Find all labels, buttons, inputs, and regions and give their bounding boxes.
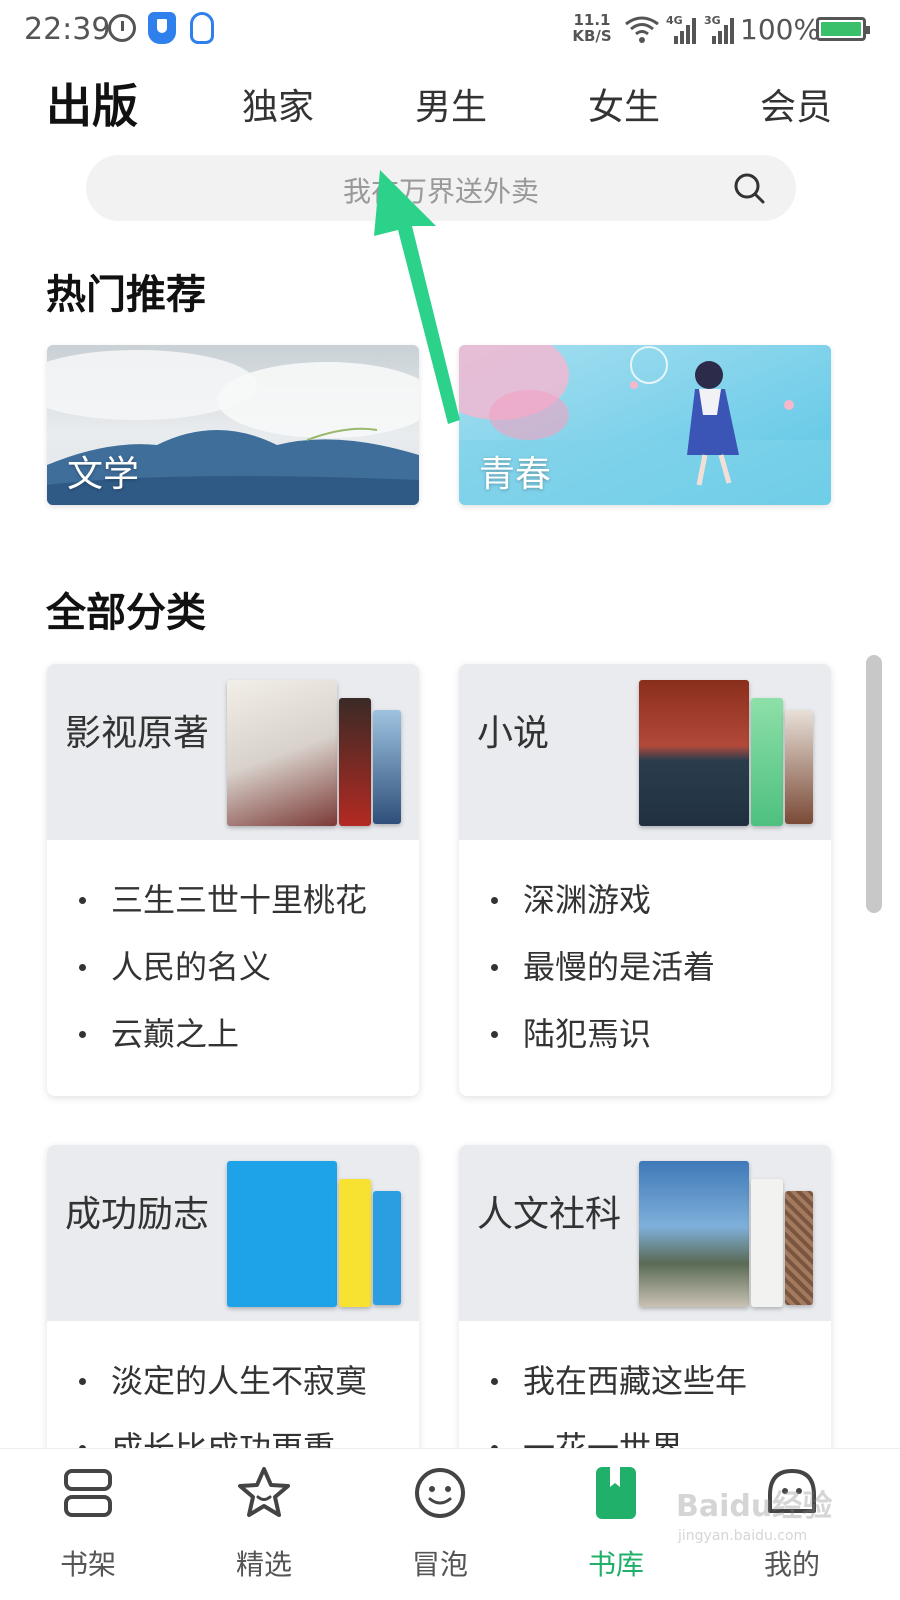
book-cover bbox=[785, 710, 813, 824]
book-link[interactable]: 云巅之上 bbox=[77, 1014, 367, 1081]
category-card-film-originals[interactable]: 影视原著 三生三世十里桃花 人民的名义 云巅之上 bbox=[47, 664, 419, 1096]
category-card-header: 成功励志 bbox=[47, 1145, 419, 1321]
bottom-nav-library[interactable]: 书库 bbox=[556, 1463, 676, 1593]
star-icon bbox=[238, 1467, 290, 1517]
hot-card-label: 青春 bbox=[479, 454, 552, 495]
book-cover bbox=[639, 1161, 749, 1307]
signal-3g-icon: 3G bbox=[704, 14, 734, 44]
status-time: 22:39 bbox=[24, 12, 111, 47]
status-bar: 22:39 11.1 KB/S 4G 3G 100% bbox=[0, 0, 900, 62]
book-cover bbox=[339, 1179, 371, 1307]
bottom-nav-label: 冒泡 bbox=[411, 1548, 468, 1581]
category-title: 影视原著 bbox=[65, 713, 210, 754]
search-icon[interactable] bbox=[732, 171, 766, 205]
book-link[interactable]: 人民的名义 bbox=[77, 947, 367, 1014]
category-card-header: 影视原著 bbox=[47, 664, 419, 840]
book-link[interactable]: 最慢的是活着 bbox=[489, 947, 715, 1014]
tab-exclusive[interactable]: 独家 bbox=[242, 78, 314, 130]
signal-4g-icon: 4G bbox=[666, 14, 696, 44]
baidu-watermark: Baidu经验 jingyan.baidu.com bbox=[676, 1489, 832, 1544]
book-icon bbox=[596, 1467, 636, 1519]
book-cover bbox=[227, 1161, 337, 1307]
category-card-novels[interactable]: 小说 深渊游戏 最慢的是活着 陆犯焉识 bbox=[459, 664, 831, 1096]
book-cover bbox=[373, 1191, 401, 1305]
book-cover bbox=[373, 710, 401, 824]
bottom-nav-bookshelf[interactable]: 书架 bbox=[28, 1463, 148, 1593]
tab-female[interactable]: 女生 bbox=[588, 78, 660, 130]
book-cover bbox=[339, 698, 371, 826]
book-covers bbox=[639, 680, 819, 830]
app-screen: 22:39 11.1 KB/S 4G 3G 100% 出版 独家 男生 女生 会… bbox=[0, 0, 900, 1600]
smile-icon bbox=[415, 1468, 465, 1518]
search-bar[interactable]: 我在万界送外卖 bbox=[86, 155, 796, 221]
bottom-nav-featured[interactable]: 精选 bbox=[204, 1463, 324, 1593]
signal-4g-label: 4G bbox=[666, 14, 683, 27]
category-title: 人文社科 bbox=[477, 1194, 622, 1235]
book-cover bbox=[751, 1179, 783, 1307]
book-covers bbox=[639, 1161, 819, 1311]
bookshelf-icon bbox=[64, 1469, 112, 1517]
battery-fill bbox=[821, 22, 861, 36]
book-covers bbox=[227, 1161, 407, 1311]
book-cover bbox=[751, 698, 783, 826]
category-title: 小说 bbox=[477, 713, 550, 754]
tab-publishing[interactable]: 出版 bbox=[46, 70, 138, 136]
wifi-icon bbox=[625, 16, 659, 43]
book-cover bbox=[785, 1191, 813, 1305]
network-speed: 11.1 KB/S bbox=[570, 12, 614, 44]
category-title: 成功励志 bbox=[65, 1194, 210, 1235]
network-speed-unit: KB/S bbox=[572, 27, 612, 45]
bottom-nav-label: 书架 bbox=[59, 1548, 116, 1581]
book-link[interactable]: 深渊游戏 bbox=[489, 880, 715, 947]
book-link[interactable]: 三生三世十里桃花 bbox=[77, 880, 367, 947]
shield-icon bbox=[148, 12, 176, 44]
category-book-list: 深渊游戏 最慢的是活着 陆犯焉识 bbox=[489, 880, 715, 1081]
top-nav: 出版 独家 男生 女生 会员 bbox=[0, 62, 900, 142]
bottom-nav-label: 书库 bbox=[587, 1548, 644, 1581]
bottom-nav-label: 精选 bbox=[235, 1548, 292, 1581]
scroll-indicator[interactable] bbox=[866, 655, 882, 913]
tab-member[interactable]: 会员 bbox=[760, 78, 832, 130]
battery-icon bbox=[816, 17, 870, 41]
category-book-list: 三生三世十里桃花 人民的名义 云巅之上 bbox=[77, 880, 367, 1081]
qq-penguin-icon bbox=[190, 12, 214, 44]
book-link[interactable]: 陆犯焉识 bbox=[489, 1014, 715, 1081]
bottom-nav-bubble[interactable]: 冒泡 bbox=[380, 1463, 500, 1593]
alarm-icon bbox=[108, 14, 136, 42]
battery-percent: 100% bbox=[740, 13, 821, 46]
tab-male[interactable]: 男生 bbox=[415, 78, 487, 130]
book-link[interactable]: 我在西藏这些年 bbox=[489, 1361, 747, 1428]
watermark-brand: Baidu经验 bbox=[676, 1489, 832, 1524]
network-speed-value: 11.1 bbox=[573, 11, 611, 29]
category-card-header: 小说 bbox=[459, 664, 831, 840]
hot-section-title: 热门推荐 bbox=[46, 272, 206, 318]
category-card-header: 人文社科 bbox=[459, 1145, 831, 1321]
book-cover bbox=[227, 680, 337, 826]
watermark-url: jingyan.baidu.com bbox=[677, 1528, 807, 1544]
hot-card-youth[interactable]: 青春 bbox=[459, 345, 831, 505]
hot-card-literature[interactable]: 文学 bbox=[47, 345, 419, 505]
search-placeholder[interactable]: 我在万界送外卖 bbox=[86, 170, 796, 210]
hot-card-label: 文学 bbox=[67, 454, 140, 495]
book-covers bbox=[227, 680, 407, 830]
signal-3g-label: 3G bbox=[704, 14, 721, 27]
book-link[interactable]: 淡定的人生不寂寞 bbox=[77, 1361, 367, 1428]
book-cover bbox=[639, 680, 749, 826]
categories-section-title: 全部分类 bbox=[46, 590, 206, 636]
